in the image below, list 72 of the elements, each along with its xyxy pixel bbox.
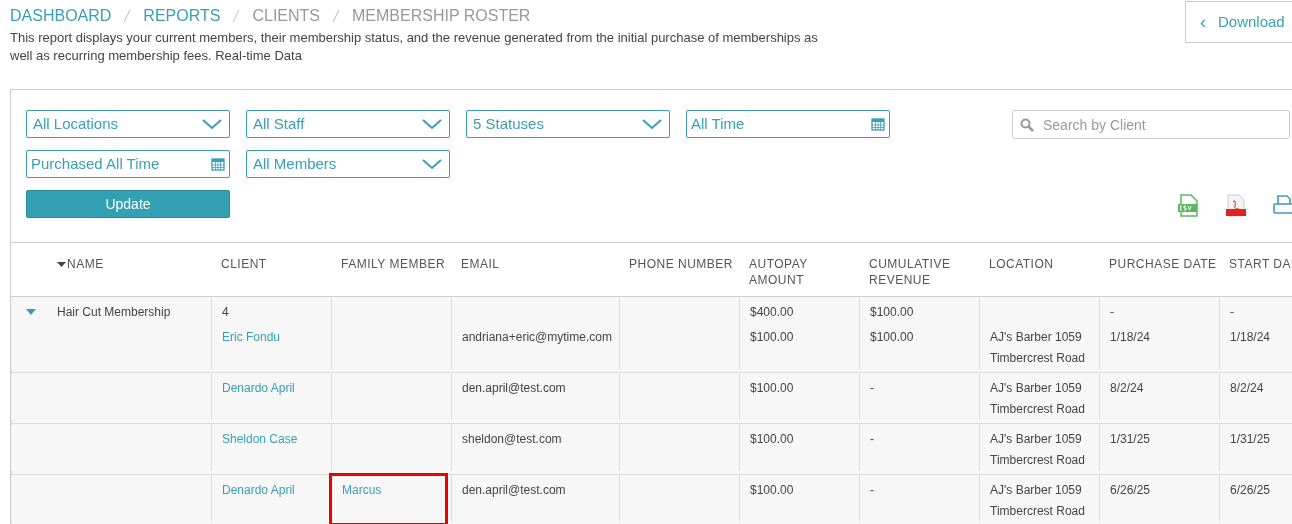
breadcrumb-item: MEMBERSHIP ROSTER <box>352 6 531 26</box>
breadcrumb-separator <box>123 9 132 23</box>
column-header[interactable]: FAMILY MEMBER <box>341 256 446 272</box>
start-date-total: - <box>1230 304 1235 321</box>
autopay-amount: $100.00 <box>750 380 795 397</box>
purchase-date: 1/31/25 <box>1110 431 1152 448</box>
column-header[interactable]: PHONE NUMBER <box>629 256 733 272</box>
client-link[interactable]: Denardo April <box>222 480 295 501</box>
column-header[interactable]: NAME <box>67 256 104 272</box>
autopay-amount-total: $400.00 <box>750 304 795 321</box>
revenue-amount: - <box>870 380 875 397</box>
autopay-amount: $100.00 <box>750 482 795 499</box>
breadcrumb-separator <box>232 9 241 23</box>
location-text: AJ's Barber 1059 Timbercrest Road <box>990 329 1086 367</box>
expand-caret-icon[interactable] <box>26 309 36 315</box>
column-header[interactable]: CLIENT <box>221 256 267 272</box>
dropdown[interactable]: All Locations <box>26 110 230 138</box>
email-text: den.april@test.com <box>462 482 567 499</box>
column-header[interactable]: EMAIL <box>461 256 500 272</box>
revenue-amount: - <box>870 431 875 448</box>
search-icon <box>1020 118 1034 132</box>
chevron-down-icon <box>201 118 223 130</box>
revenue-amount: - <box>870 482 875 499</box>
dropdown[interactable]: All Staff <box>246 110 450 138</box>
report-description: This report displays your current members, their membership status, and the revenue generated from the initial purchase of memberships as well as recurring membership fees. Real-time Data <box>10 29 819 65</box>
breadcrumb-link[interactable]: REPORTS <box>143 6 221 26</box>
client-link[interactable]: Sheldon Case <box>222 429 298 450</box>
column-header[interactable]: LOCATION <box>989 256 1054 272</box>
family-member-link[interactable]: Marcus <box>342 480 382 501</box>
email-text: sheldon@test.com <box>462 431 563 448</box>
autopay-amount: $100.00 <box>750 329 795 346</box>
breadcrumb-item: CLIENTS <box>252 6 320 26</box>
search-field[interactable]: Search by Client <box>1012 110 1290 139</box>
autopay-amount: $100.00 <box>750 431 795 448</box>
column-header[interactable]: AUTOPAY AMOUNT <box>749 256 839 288</box>
dropdown[interactable]: 5 Statuses <box>466 110 670 138</box>
dropdown[interactable]: All Members <box>246 150 450 178</box>
location-text: AJ's Barber 1059 Timbercrest Road <box>990 482 1086 520</box>
revenue-amount-total: $100.00 <box>870 304 915 321</box>
start-date: 6/26/25 <box>1230 482 1272 499</box>
breadcrumb-separator <box>332 9 340 23</box>
membership-name: Hair Cut Membership <box>57 304 172 321</box>
breadcrumb-link[interactable]: DASHBOARD <box>10 6 112 26</box>
print-icon[interactable] <box>1273 194 1292 216</box>
email-text: den.april@test.com <box>462 380 567 397</box>
start-date: 1/31/25 <box>1230 431 1272 448</box>
pdf-file-icon[interactable] <box>1225 194 1247 218</box>
date-field[interactable]: Purchased All Time <box>26 150 230 178</box>
location-text: AJ's Barber 1059 Timbercrest Road <box>990 380 1086 418</box>
client-link[interactable]: Denardo April <box>222 378 295 399</box>
column-header[interactable]: START DA <box>1229 256 1291 272</box>
downloads-button[interactable]: ‹ Download <box>1185 1 1292 43</box>
chevron-down-icon <box>421 158 443 170</box>
calendar-icon <box>211 157 225 171</box>
purchase-date: 6/26/25 <box>1110 482 1152 499</box>
update-button[interactable]: Update <box>26 190 230 218</box>
column-header[interactable]: CUMULATIVE REVENUE <box>869 256 959 288</box>
purchase-date-total: - <box>1110 304 1115 321</box>
chevron-down-icon <box>641 118 663 130</box>
start-date: 8/2/24 <box>1230 380 1265 397</box>
chevron-down-icon <box>421 118 443 130</box>
location-text: AJ's Barber 1059 Timbercrest Road <box>990 431 1086 469</box>
column-header[interactable]: PURCHASE DATE <box>1109 256 1217 272</box>
purchase-date: 1/18/24 <box>1110 329 1152 346</box>
client-link-total: 4 <box>222 304 230 321</box>
date-field[interactable]: All Time <box>686 110 890 138</box>
start-date: 1/18/24 <box>1230 329 1272 346</box>
calendar-icon <box>871 117 885 131</box>
purchase-date: 8/2/24 <box>1110 380 1145 397</box>
csv-file-icon[interactable] <box>1177 194 1199 218</box>
client-link[interactable]: Eric Fondu <box>222 327 281 348</box>
revenue-amount: $100.00 <box>870 329 915 346</box>
